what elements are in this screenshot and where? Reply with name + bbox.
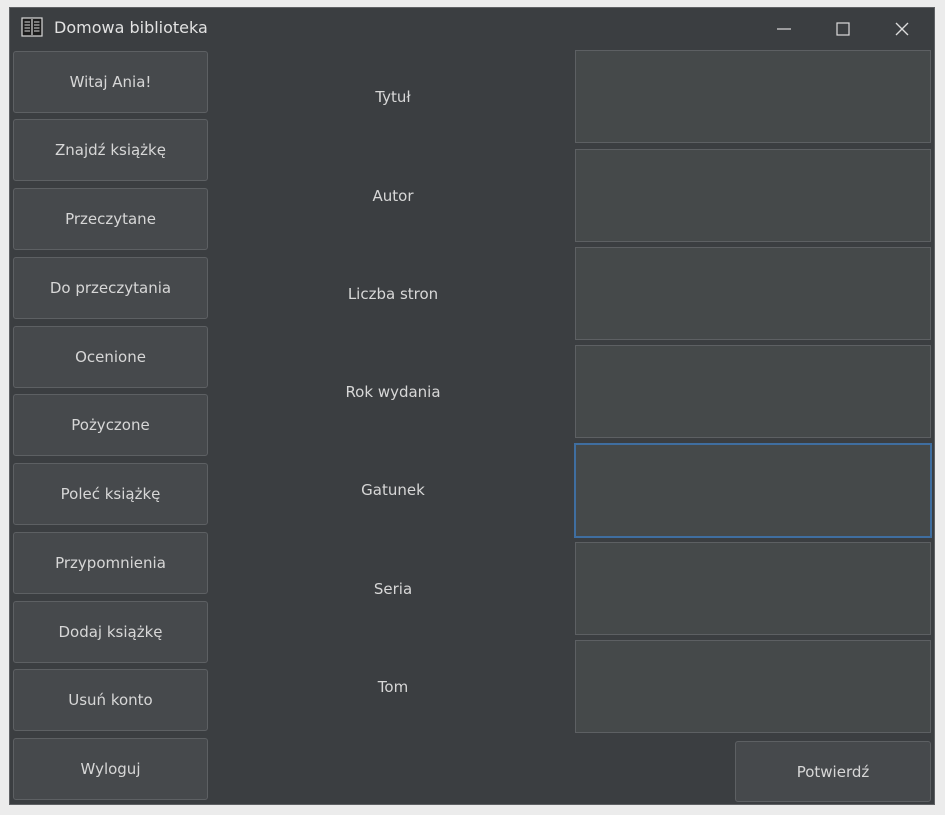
read-books-button[interactable]: Przeczytane — [13, 188, 208, 250]
close-button[interactable] — [878, 12, 926, 46]
publication-year-label: Rok wydania — [345, 383, 441, 401]
window-title: Domowa biblioteka — [54, 18, 208, 37]
author-input[interactable] — [575, 149, 931, 242]
author-label: Autor — [372, 187, 414, 205]
confirm-button[interactable]: Potwierdź — [735, 741, 931, 802]
close-icon — [895, 22, 909, 36]
nav-label: Wyloguj — [80, 760, 141, 778]
minimize-button[interactable] — [760, 12, 808, 46]
title-bar[interactable]: Domowa biblioteka — [10, 8, 934, 50]
nav-label: Poleć książkę — [60, 485, 161, 503]
to-read-button[interactable]: Do przeczytania — [13, 257, 208, 319]
publication-year-input[interactable] — [575, 345, 931, 438]
nav-label: Ocenione — [75, 348, 146, 366]
nav-label: Usuń konto — [68, 691, 153, 709]
maximize-icon — [836, 22, 850, 36]
app-window: Domowa biblioteka Witaj Ania! Znajdź ksi… — [9, 7, 935, 805]
page-count-label: Liczba stron — [347, 285, 439, 303]
series-input[interactable] — [575, 542, 931, 635]
nav-label: Przeczytane — [65, 210, 156, 228]
nav-label: Do przeczytania — [49, 279, 172, 297]
reminders-button[interactable]: Przypomnienia — [13, 532, 208, 594]
series-label: Seria — [373, 580, 413, 598]
volume-label: Tom — [377, 678, 409, 696]
find-book-button[interactable]: Znajdź książkę — [13, 119, 208, 181]
nav-label: Znajdź książkę — [55, 141, 166, 159]
genre-input[interactable] — [574, 443, 932, 538]
volume-input[interactable] — [575, 640, 931, 733]
recommend-book-button[interactable]: Poleć książkę — [13, 463, 208, 525]
nav-label: Witaj Ania! — [69, 73, 152, 91]
nav-label: Przypomnienia — [55, 554, 166, 572]
delete-account-button[interactable]: Usuń konto — [13, 669, 208, 731]
rated-button[interactable]: Ocenione — [13, 326, 208, 388]
add-book-button[interactable]: Dodaj książkę — [13, 601, 208, 663]
title-label: Tytuł — [375, 88, 411, 106]
lent-button[interactable]: Pożyczone — [13, 394, 208, 456]
minimize-icon — [777, 28, 791, 30]
genre-label: Gatunek — [361, 481, 425, 499]
logout-button[interactable]: Wyloguj — [13, 738, 208, 800]
title-input[interactable] — [575, 50, 931, 143]
maximize-button[interactable] — [819, 12, 867, 46]
open-book-icon — [21, 17, 43, 37]
nav-label: Dodaj książkę — [58, 623, 163, 641]
page-count-input[interactable] — [575, 247, 931, 340]
confirm-label: Potwierdź — [796, 762, 870, 781]
welcome-button[interactable]: Witaj Ania! — [13, 51, 208, 113]
nav-label: Pożyczone — [71, 416, 150, 434]
